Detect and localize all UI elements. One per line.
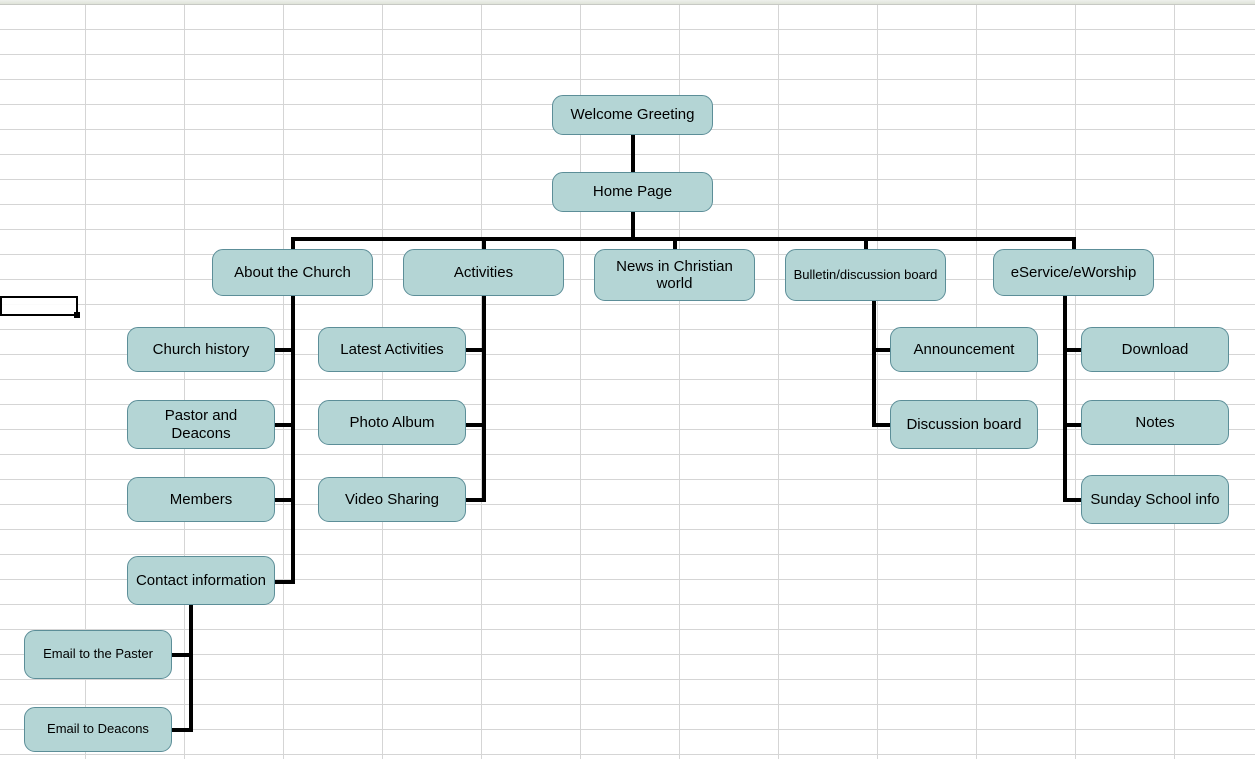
connector bbox=[872, 300, 876, 427]
node-label: Download bbox=[1122, 341, 1189, 358]
node-contact-information[interactable]: Contact information bbox=[127, 556, 275, 605]
node-email-deacons[interactable]: Email to Deacons bbox=[24, 707, 172, 752]
node-latest-activities[interactable]: Latest Activities bbox=[318, 327, 466, 372]
node-label: Email to the Paster bbox=[43, 647, 153, 662]
node-label: Members bbox=[170, 491, 233, 508]
node-label: Contact information bbox=[136, 572, 266, 589]
node-welcome-greeting[interactable]: Welcome Greeting bbox=[552, 95, 713, 135]
node-activities[interactable]: Activities bbox=[403, 249, 564, 296]
connector bbox=[170, 653, 193, 657]
node-label: Welcome Greeting bbox=[571, 106, 695, 123]
node-about-church[interactable]: About the Church bbox=[212, 249, 373, 296]
connector bbox=[631, 210, 635, 237]
node-pastor-deacons[interactable]: Pastor and Deacons bbox=[127, 400, 275, 449]
node-announcement[interactable]: Announcement bbox=[890, 327, 1038, 372]
connector bbox=[1063, 423, 1083, 427]
connector bbox=[465, 423, 486, 427]
node-download[interactable]: Download bbox=[1081, 327, 1229, 372]
node-label: Home Page bbox=[593, 183, 672, 200]
node-photo-album[interactable]: Photo Album bbox=[318, 400, 466, 445]
node-label: News in Christian world bbox=[601, 258, 748, 293]
connector bbox=[1063, 498, 1083, 502]
node-video-sharing[interactable]: Video Sharing bbox=[318, 477, 466, 522]
connector bbox=[465, 498, 486, 502]
diagram-canvas: Welcome Greeting Home Page About the Chu… bbox=[0, 0, 1255, 759]
connector bbox=[273, 498, 295, 502]
node-label: Sunday School info bbox=[1090, 491, 1219, 508]
connector bbox=[273, 348, 295, 352]
connector bbox=[872, 423, 892, 427]
node-label: Discussion board bbox=[906, 416, 1021, 433]
connector bbox=[291, 295, 295, 583]
connector bbox=[1063, 348, 1083, 352]
node-discussion-board[interactable]: Discussion board bbox=[890, 400, 1038, 449]
connector bbox=[170, 728, 193, 732]
connector bbox=[273, 423, 295, 427]
connector bbox=[189, 603, 193, 731]
node-eservice[interactable]: eService/eWorship bbox=[993, 249, 1154, 296]
node-label: eService/eWorship bbox=[1011, 264, 1137, 281]
connector bbox=[291, 237, 1076, 241]
node-label: Video Sharing bbox=[345, 491, 439, 508]
node-label: Latest Activities bbox=[340, 341, 443, 358]
selected-cell-indicator[interactable] bbox=[0, 296, 78, 316]
node-church-history[interactable]: Church history bbox=[127, 327, 275, 372]
node-home-page[interactable]: Home Page bbox=[552, 172, 713, 212]
node-label: Email to Deacons bbox=[47, 722, 149, 737]
node-members[interactable]: Members bbox=[127, 477, 275, 522]
node-email-pastor[interactable]: Email to the Paster bbox=[24, 630, 172, 679]
connector bbox=[631, 133, 635, 173]
sheet-top-border bbox=[0, 0, 1255, 5]
node-bulletin[interactable]: Bulletin/discussion board bbox=[785, 249, 946, 301]
node-label: Notes bbox=[1135, 414, 1174, 431]
node-label: Pastor and Deacons bbox=[134, 407, 268, 442]
node-label: Bulletin/discussion board bbox=[794, 268, 938, 283]
connector bbox=[1063, 295, 1067, 500]
node-label: Announcement bbox=[914, 341, 1015, 358]
node-label: Activities bbox=[454, 264, 513, 281]
connector bbox=[872, 348, 892, 352]
connector bbox=[465, 348, 486, 352]
node-sunday-school[interactable]: Sunday School info bbox=[1081, 475, 1229, 524]
node-label: Photo Album bbox=[349, 414, 434, 431]
node-label: About the Church bbox=[234, 264, 351, 281]
connector bbox=[482, 295, 486, 500]
connector bbox=[273, 580, 295, 584]
node-news[interactable]: News in Christian world bbox=[594, 249, 755, 301]
node-label: Church history bbox=[153, 341, 250, 358]
node-notes[interactable]: Notes bbox=[1081, 400, 1229, 445]
